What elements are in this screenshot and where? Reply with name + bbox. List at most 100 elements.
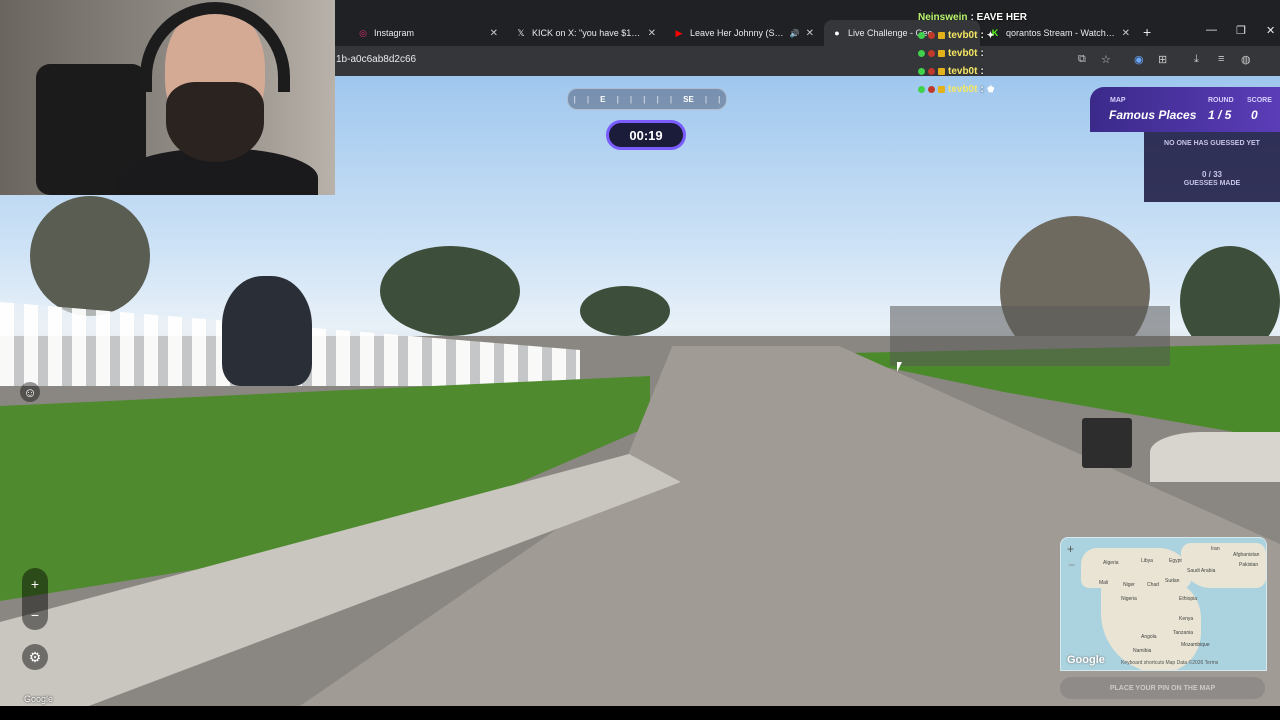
instagram-icon: ◎	[359, 27, 367, 38]
badge-icon	[928, 31, 935, 39]
compass-tick: |	[643, 94, 646, 104]
minimize-button[interactable]: —	[1206, 24, 1217, 36]
guesses-panel: NO ONE HAS GUESSED YET 0 / 33 GUESSES MA…	[1144, 132, 1280, 202]
chat-username: tevb0t	[948, 47, 978, 59]
map-label: Pakistan	[1239, 562, 1259, 568]
map-label: MAP	[1110, 97, 1126, 104]
map-label: Ethiopia	[1179, 596, 1198, 602]
close-window-button[interactable]: ✕	[1266, 24, 1275, 37]
tab-youtube[interactable]: ▶ Leave Her Johnny (Sea Sha 🔊 ✕	[666, 20, 822, 46]
map-label: Egypt	[1169, 558, 1182, 564]
x-icon: 𝕏	[517, 27, 525, 38]
round-label: ROUND	[1208, 97, 1234, 104]
map-label: Libya	[1141, 558, 1153, 564]
badge-icon	[918, 85, 925, 93]
tab-kick-x[interactable]: 𝕏 KICK on X: "you have $100 to b ✕	[508, 20, 664, 46]
map-label: Chad	[1147, 582, 1159, 588]
tab-instagram[interactable]: ◎ Instagram ✕	[350, 20, 506, 46]
close-icon[interactable]: ✕	[648, 28, 656, 39]
extensions-icon[interactable]: ⊞	[1158, 53, 1167, 66]
chat-username: tevb0t	[948, 29, 978, 41]
trash-bin	[1082, 418, 1132, 468]
zoom-out-button[interactable]: −	[31, 607, 39, 623]
map-name: Famous Places	[1109, 108, 1197, 122]
round-timer: 00:19	[606, 120, 686, 150]
map-label: Mali	[1099, 580, 1109, 586]
download-icon[interactable]: ⤓	[1194, 53, 1199, 66]
zoom-in-button[interactable]: +	[31, 576, 39, 592]
gear-icon: ⚙	[28, 648, 42, 665]
compass-tick: |	[669, 94, 673, 104]
fountain-basin	[1150, 432, 1280, 482]
compass-tick: |	[573, 94, 576, 104]
map-zoom-out-button[interactable]: −	[1068, 558, 1075, 572]
score-value: 0	[1251, 108, 1258, 122]
guess-minimap[interactable]: Algeria Libya Egypt Mali Niger Chad Suda…	[1060, 537, 1267, 671]
emoji-button[interactable]: ☺	[20, 382, 40, 402]
badge-icon	[918, 49, 925, 57]
chat-message: tevb0t :	[918, 44, 1118, 62]
map-label: Saudi Arabia	[1187, 568, 1216, 574]
chat-message: Neinswein : EAVE HER	[918, 8, 1118, 26]
compass-tick: |	[656, 94, 659, 104]
map-label: Namibia	[1133, 648, 1152, 654]
chat-username: Neinswein	[918, 11, 968, 23]
badge-icon	[928, 49, 935, 57]
chat-username: tevb0t	[948, 65, 978, 77]
profile-icon[interactable]: ◍	[1241, 53, 1251, 66]
compass-tick: |	[718, 94, 721, 104]
close-icon[interactable]: ✕	[490, 28, 498, 39]
settings-button[interactable]: ⚙	[22, 644, 48, 670]
chat-message: tevb0t :	[918, 62, 1118, 80]
youtube-icon: ▶	[675, 27, 683, 38]
compass-tick: |	[629, 94, 633, 104]
chat-text: :	[980, 47, 984, 59]
geoguessr-icon: ●	[834, 28, 840, 38]
compass-southeast: SE	[683, 94, 694, 104]
map-label: Nigeria	[1121, 596, 1137, 602]
badge-icon	[938, 67, 945, 75]
new-tab-button[interactable]: +	[1143, 24, 1151, 40]
compass-tick: |	[586, 94, 590, 104]
map-land	[1101, 578, 1201, 670]
maximize-button[interactable]: ❐	[1236, 24, 1246, 37]
sculpture	[222, 276, 312, 386]
mouse-cursor	[897, 362, 902, 372]
chat-text: :	[980, 29, 984, 41]
pavilion	[890, 306, 1170, 366]
audio-icon[interactable]: ◉	[1134, 53, 1144, 66]
compass-bar: | | E | | | | | SE | |	[567, 88, 727, 110]
map-label: Niger	[1123, 582, 1135, 588]
compass-east: E	[600, 94, 606, 104]
chat-message: tevb0t : ✦	[918, 26, 1118, 44]
bottom-strip	[0, 706, 1280, 720]
close-icon[interactable]: ✕	[1122, 28, 1130, 39]
map-footer: Keyboard shortcuts Map Data ©2026 Terms	[1121, 660, 1219, 666]
compass-tick: |	[616, 94, 619, 104]
emote-icon: ♚	[986, 83, 995, 94]
chat-message: tevb0t : ♚	[918, 80, 1118, 98]
map-label: Sudan	[1165, 578, 1180, 584]
map-label: Iran	[1211, 546, 1220, 552]
zoom-controls: + −	[22, 568, 48, 630]
chat-username: tevb0t	[948, 83, 978, 95]
google-watermark: Google	[24, 694, 54, 704]
tab-title: Leave Her Johnny (Sea Sha	[690, 28, 784, 38]
map-zoom-in-button[interactable]: +	[1067, 542, 1074, 556]
tab-title: KICK on X: "you have $100 to b	[532, 28, 642, 38]
smiley-icon: ☺	[23, 384, 37, 400]
webcam-overlay	[0, 0, 335, 195]
google-map-logo: Google	[1067, 654, 1105, 666]
menu-list-icon[interactable]: ≡	[1218, 53, 1224, 65]
guesses-label: GUESSES MADE	[1183, 180, 1241, 187]
map-label: Kenya	[1179, 616, 1194, 622]
url-text[interactable]: 1b-a0c6ab8d2c66	[336, 54, 416, 65]
map-label: Mozambique	[1181, 642, 1210, 648]
speaker-icon[interactable]: 🔊	[790, 29, 800, 38]
close-icon[interactable]: ✕	[806, 28, 814, 39]
tree	[580, 286, 670, 336]
round-value: 1 / 5	[1208, 108, 1232, 122]
badge-icon	[938, 49, 945, 57]
tab-title: Instagram	[374, 28, 415, 38]
place-pin-button[interactable]: PLACE YOUR PIN ON THE MAP	[1060, 677, 1265, 699]
